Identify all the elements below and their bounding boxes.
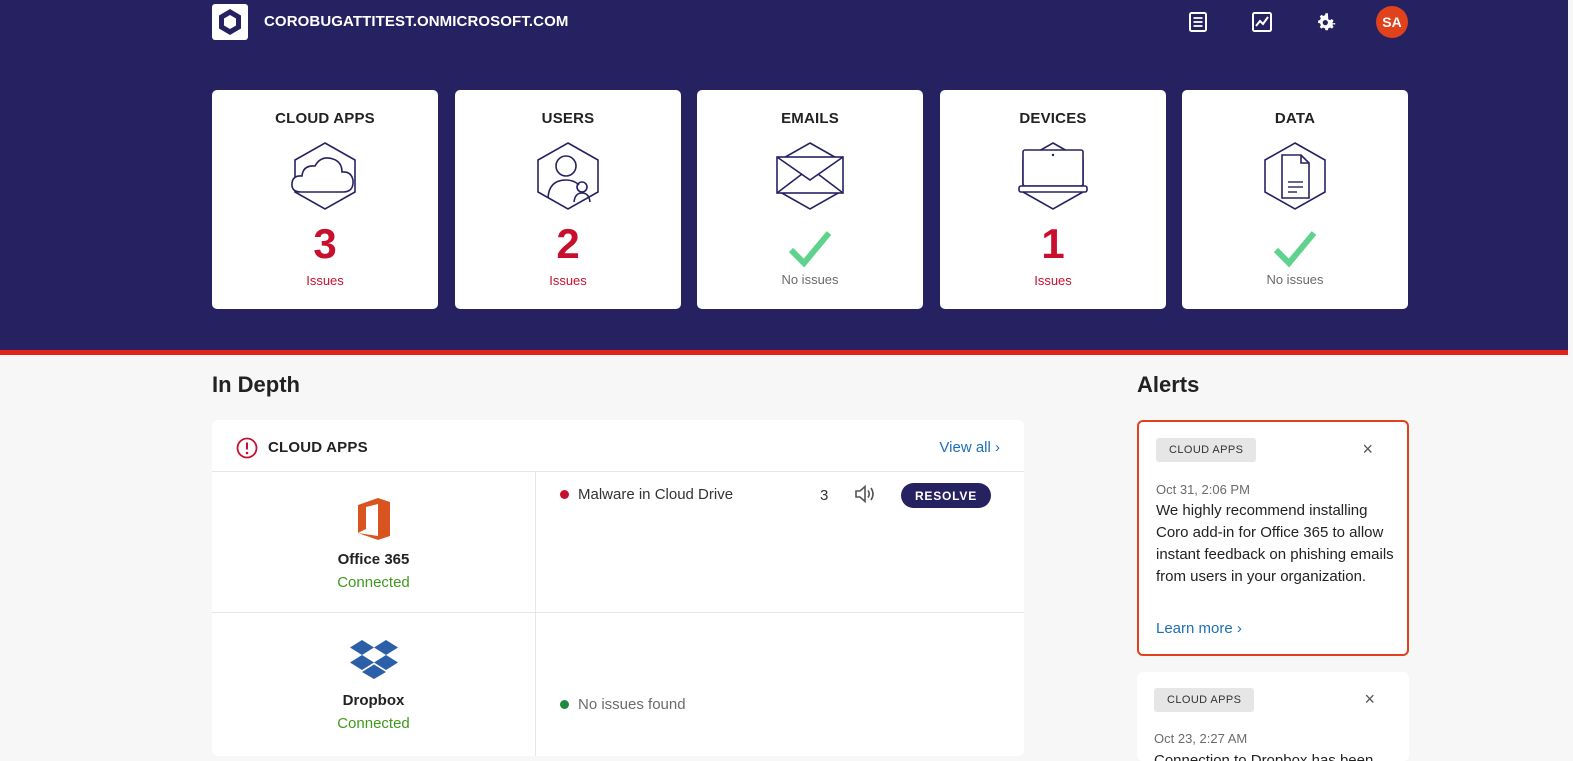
summary-card-data[interactable]: DATA No issues — [1182, 90, 1408, 309]
settings-gear-icon[interactable] — [1313, 9, 1339, 35]
app-status: Connected — [337, 715, 410, 732]
alert-time: Oct 31, 2:06 PM — [1156, 482, 1250, 497]
summary-card-cloud-apps[interactable]: CLOUD APPS 3 Issues — [212, 90, 438, 309]
resolve-button[interactable]: RESOLVE — [901, 483, 991, 508]
table-row: Dropbox Connected No issues found — [212, 613, 1024, 756]
summary-card-emails[interactable]: EMAILS No issues — [697, 90, 923, 309]
status-label: No issues — [1266, 272, 1324, 287]
alert-message: We highly recommend installing Coro add-… — [1156, 502, 1394, 585]
alert-card: CLOUD APPS × Oct 31, 2:06 PM We highly r… — [1137, 420, 1409, 656]
header-divider — [0, 350, 1568, 355]
alert-card: CLOUD APPS × Oct 23, 2:27 AM Connection … — [1137, 672, 1409, 761]
tenant-name: COROBUGATTITEST.ONMICROSOFT.COM — [264, 13, 569, 30]
close-icon[interactable]: × — [1364, 689, 1375, 710]
card-title: USERS — [541, 110, 595, 127]
summary-card-users[interactable]: USERS 2 Issues — [455, 90, 681, 309]
alert-tag: CLOUD APPS — [1154, 688, 1255, 712]
office-365-logo-icon — [357, 498, 390, 540]
issue-label: Issues — [1034, 273, 1072, 288]
cloud-icon — [291, 142, 356, 210]
app-cell: Office 365 Connected — [212, 472, 536, 612]
issue-count: 1 — [1041, 220, 1065, 267]
issue-count: 3 — [820, 487, 829, 504]
check-icon — [788, 231, 832, 268]
app-cell: Dropbox Connected — [212, 613, 536, 756]
table-row: Office 365 Connected Malware in Cloud Dr… — [212, 472, 1024, 613]
status-label: No issues — [781, 272, 839, 287]
close-icon[interactable]: × — [1362, 439, 1373, 460]
in-depth-heading: In Depth — [212, 372, 300, 397]
issue-name: No issues found — [578, 696, 686, 713]
coro-logo-icon[interactable] — [212, 4, 248, 40]
alert-tag: CLOUD APPS — [1156, 438, 1257, 462]
app-name: Dropbox — [342, 692, 405, 709]
issue-count: 3 — [313, 220, 337, 267]
card-title: CLOUD APPS — [275, 110, 375, 127]
laptop-icon — [1018, 142, 1088, 210]
dropbox-logo-icon — [349, 640, 398, 679]
user-avatar[interactable]: SA — [1376, 6, 1408, 38]
envelope-icon — [776, 142, 844, 210]
panel-title: CLOUD APPS — [268, 439, 368, 456]
check-icon — [1273, 231, 1317, 268]
speaker-icon[interactable] — [854, 484, 876, 504]
warning-icon — [236, 437, 258, 459]
document-icon — [1264, 142, 1326, 210]
alert-message: Connection to Dropbox has been — [1154, 752, 1374, 761]
card-title: DATA — [1274, 110, 1316, 127]
issue-label: Issues — [549, 273, 587, 288]
in-depth-panel: CLOUD APPS View all › Office 365 Connect… — [212, 420, 1024, 756]
card-title: DEVICES — [1019, 110, 1087, 127]
view-all-link[interactable]: View all › — [939, 439, 1000, 456]
issue-name[interactable]: Malware in Cloud Drive — [578, 486, 733, 503]
panel-header: CLOUD APPS View all › — [212, 420, 1024, 472]
issue-label: Issues — [306, 273, 344, 288]
summary-card-devices[interactable]: DEVICES 1 Issues — [940, 90, 1166, 309]
issue-count: 2 — [556, 220, 580, 267]
reports-chart-icon[interactable] — [1249, 9, 1275, 35]
card-title: EMAILS — [781, 110, 839, 127]
app-status: Connected — [337, 574, 410, 591]
status-dot — [560, 490, 569, 499]
user-icon — [537, 142, 599, 210]
status-dot — [560, 700, 569, 709]
learn-more-link[interactable]: Learn more › — [1156, 620, 1242, 637]
activity-log-icon[interactable] — [1185, 9, 1211, 35]
alerts-heading: Alerts — [1137, 372, 1200, 397]
alert-time: Oct 23, 2:27 AM — [1154, 731, 1248, 746]
app-name: Office 365 — [337, 551, 410, 568]
